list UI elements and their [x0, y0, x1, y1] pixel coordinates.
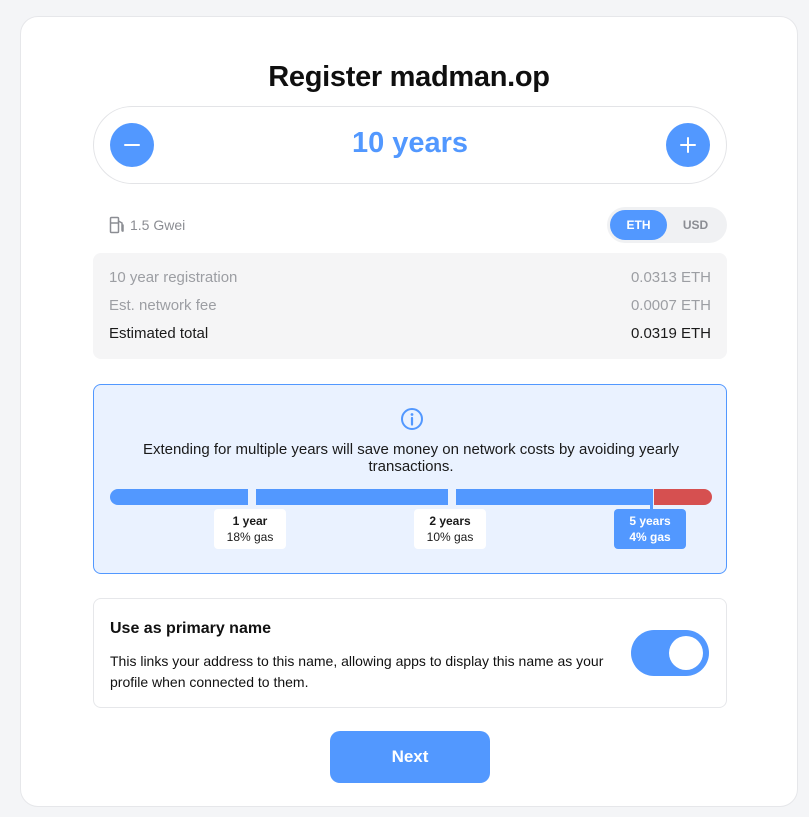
marker-gas: 4% gas [629, 530, 671, 544]
invoice-total-value: 0.0319 ETH [630, 324, 711, 342]
bar-segment [256, 489, 448, 505]
years-value: 10 years [351, 127, 469, 159]
marker-5-years: 5 years 4% gas [614, 509, 686, 549]
marker-2-years: 2 years 10% gas [414, 509, 486, 549]
marker-years: 5 years [629, 514, 671, 528]
increase-years-button[interactable] [666, 123, 710, 167]
marker-years: 2 years [429, 514, 471, 528]
minus-icon [124, 144, 140, 146]
invoice-row-value: 0.0007 ETH [630, 296, 711, 314]
currency-eth-option[interactable]: ETH [610, 210, 667, 240]
primary-name-title: Use as primary name [110, 620, 271, 637]
info-text: Extending for multiple years will save m… [142, 441, 680, 475]
invoice-row: Est. network fee 0.0007 ETH [109, 291, 711, 319]
bar-segment [456, 489, 650, 505]
register-card: Register madman.op 10 years 1.5 Gwei ETH… [20, 16, 798, 807]
page-title: Register madman.op [268, 61, 550, 93]
next-button[interactable]: Next [330, 731, 490, 783]
gas-savings-bar [110, 489, 712, 509]
invoice-row-label: Est. network fee [109, 296, 217, 314]
invoice-row-value: 0.0313 ETH [630, 268, 711, 286]
plus-icon [680, 137, 696, 153]
bar-segment-warning [654, 489, 712, 505]
invoice-row: 10 year registration 0.0313 ETH [109, 263, 711, 291]
invoice-total-label: Estimated total [109, 324, 209, 342]
invoice: 10 year registration 0.0313 ETH Est. net… [93, 253, 727, 359]
savings-info-box: Extending for multiple years will save m… [93, 384, 727, 574]
current-position-marker [650, 489, 653, 509]
gas-price: 1.5 Gwei [109, 215, 185, 235]
gas-price-label: 1.5 Gwei [130, 217, 186, 233]
decrease-years-button[interactable] [110, 123, 154, 167]
marker-years: 1 year [232, 514, 268, 528]
gas-pump-icon [109, 216, 124, 234]
bar-segment [110, 489, 248, 505]
currency-usd-option[interactable]: USD [667, 210, 724, 240]
invoice-total-row: Estimated total 0.0319 ETH [109, 319, 711, 347]
toggle-knob [669, 636, 703, 670]
marker-gas: 10% gas [426, 530, 474, 544]
primary-name-description: This links your address to this name, al… [110, 653, 604, 690]
marker-gas: 18% gas [226, 530, 274, 544]
currency-toggle: ETH USD [607, 207, 727, 243]
marker-1-year: 1 year 18% gas [214, 509, 286, 549]
primary-name-section: Use as primary name This links your addr… [93, 598, 727, 708]
years-stepper: 10 years [93, 106, 727, 184]
primary-name-toggle[interactable] [631, 630, 709, 676]
info-icon [401, 408, 423, 430]
invoice-row-label: 10 year registration [109, 268, 238, 286]
